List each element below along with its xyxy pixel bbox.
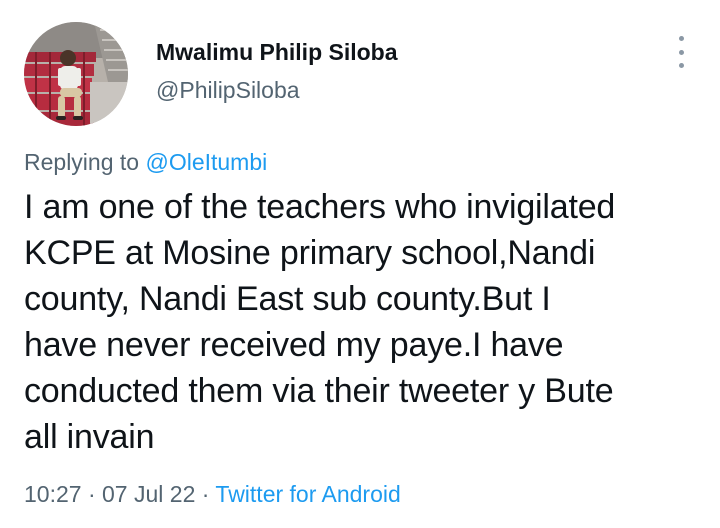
tweet-header: Mwalimu Philip Siloba @PhilipSiloba <box>24 22 696 128</box>
more-dot <box>678 49 684 55</box>
tweet-source-link[interactable]: Twitter for Android <box>215 481 400 507</box>
tweet-text: I am one of the teachers who invigilated… <box>24 184 700 460</box>
author-display-name[interactable]: Mwalimu Philip Siloba <box>156 37 398 67</box>
tweet-text-line: all invain <box>24 418 155 456</box>
meta-separator: · <box>201 481 210 507</box>
replying-to: Replying to @OleItumbi <box>24 147 267 177</box>
more-options-icon[interactable] <box>674 36 688 68</box>
meta-separator: · <box>87 481 96 507</box>
author-handle[interactable]: @PhilipSiloba <box>156 75 398 105</box>
tweet-date[interactable]: 07 Jul 22 <box>102 481 195 507</box>
tweet-text-line: have never received my paye.I have <box>24 326 564 364</box>
tweet-time[interactable]: 10:27 <box>24 481 82 507</box>
more-dot <box>678 36 684 41</box>
avatar[interactable] <box>24 22 128 126</box>
author-names: Mwalimu Philip Siloba @PhilipSiloba <box>156 37 398 105</box>
replying-to-handle-link[interactable]: @OleItumbi <box>145 149 267 175</box>
tweet-text-line: I am one of the teachers who invigilated <box>24 188 616 226</box>
tweet-text-line: county, Nandi East sub county.But I <box>24 280 551 318</box>
tweet-meta: 10:27 · 07 Jul 22 · Twitter for Android <box>24 479 401 509</box>
avatar-photo <box>24 22 128 126</box>
more-dot <box>678 63 684 68</box>
tweet-text-line: conducted them via their tweeter y Bute <box>24 372 614 410</box>
tweet-card: Mwalimu Philip Siloba @PhilipSiloba Repl… <box>0 0 720 528</box>
replying-to-label: Replying to <box>24 149 140 175</box>
tweet-text-line: KCPE at Mosine primary school,Nandi <box>24 234 596 272</box>
